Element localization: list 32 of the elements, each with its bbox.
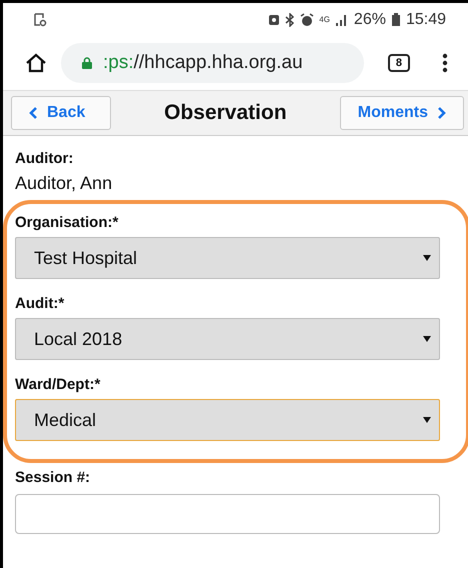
dropdown-arrow-icon	[423, 336, 431, 342]
bluetooth-icon	[285, 12, 296, 26]
chevron-right-icon	[436, 107, 446, 119]
screenshot-icon	[33, 12, 47, 26]
lock-icon	[81, 57, 93, 69]
url-text: :ps://hhcapp.hha.org.au	[103, 52, 303, 74]
auditor-name: Auditor, Ann	[15, 173, 114, 194]
dropdown-arrow-icon	[423, 417, 431, 423]
field-label: Ward/Dept:*	[15, 376, 102, 393]
field-label: Organisation:*	[15, 214, 120, 231]
signal-icon	[334, 14, 349, 26]
dropdown-arrow-icon	[423, 255, 431, 261]
back-button[interactable]: Back	[11, 96, 111, 130]
battery-icon	[390, 12, 401, 26]
address-bar[interactable]: :ps://hhcapp.hha.org.au	[61, 43, 364, 83]
alarm-icon	[300, 12, 314, 26]
home-icon[interactable]	[25, 52, 47, 74]
chevron-left-icon	[29, 107, 39, 119]
field-label: Session #:	[15, 469, 92, 486]
field-label: Auditor:	[15, 150, 74, 167]
page-title: Observation	[164, 101, 287, 125]
battery-percent: 26%	[354, 10, 386, 28]
moments-button[interactable]: Moments	[340, 96, 464, 130]
network-type: 4G	[319, 15, 330, 24]
dropdown-select[interactable]: Medical	[15, 399, 440, 441]
menu-icon[interactable]	[442, 53, 448, 73]
clock-time: 15:49	[406, 10, 446, 28]
tab-count-button[interactable]: 8	[388, 54, 410, 72]
dropdown-select[interactable]: Test Hospital	[15, 237, 440, 279]
input-field[interactable]	[15, 494, 440, 534]
dropdown-select[interactable]: Local 2018	[15, 318, 440, 360]
field-label: Audit:*	[15, 295, 66, 312]
